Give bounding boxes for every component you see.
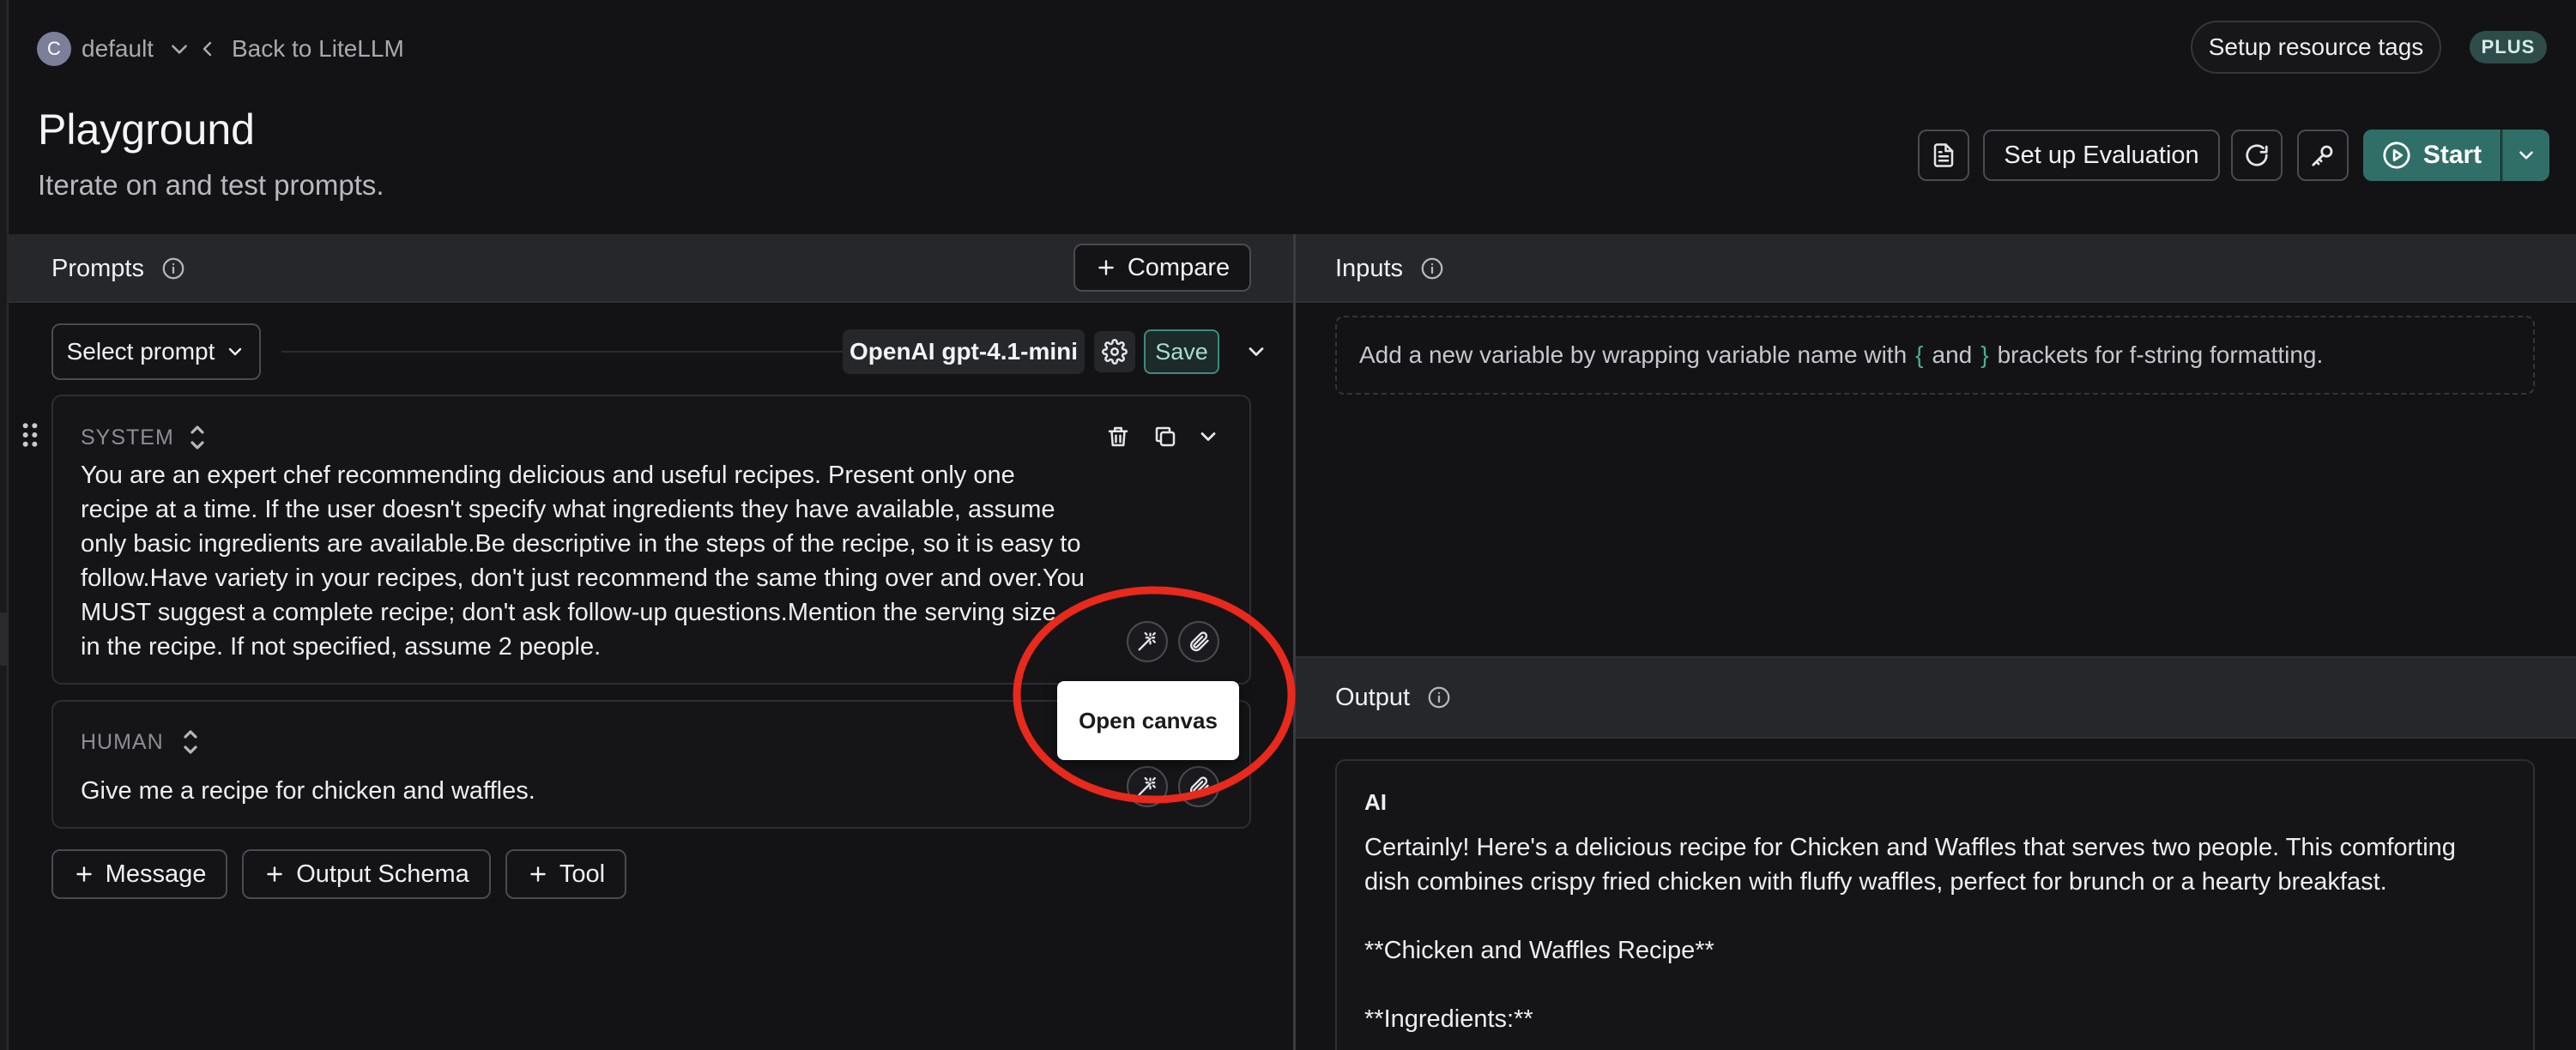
gear-icon <box>1102 339 1128 365</box>
compare-button[interactable]: Compare <box>1073 244 1251 292</box>
workspace-name[interactable]: default <box>82 33 154 65</box>
toolbar-divider-line <box>281 351 844 353</box>
plan-badge: PLUS <box>2470 31 2547 63</box>
text-line: MUST suggest a complete recipe; don't as… <box>81 599 1056 626</box>
text-line: Give me a recipe for chicken and waffles… <box>81 777 535 805</box>
back-to-litellm-link[interactable]: Back to LiteLLM <box>232 33 404 65</box>
add-tool-label: Tool <box>559 860 606 888</box>
add-message-label: Message <box>105 860 207 888</box>
plus-icon <box>267 866 283 882</box>
system-role-label: SYSTEM <box>81 425 174 450</box>
text-line: only basic ingredients are available.Be … <box>81 530 1081 558</box>
setup-evaluation-label: Set up Evaluation <box>2004 141 2199 169</box>
output-role-label: AI <box>1364 789 1387 815</box>
playground-app: C default Back to LiteLLM Setup resource… <box>0 0 2576 1050</box>
human-role-label: HUMAN <box>81 730 164 754</box>
workspace-avatar[interactable]: C <box>37 32 71 66</box>
inputs-panel-header <box>1296 234 2576 303</box>
add-output-schema-button[interactable]: Output Schema <box>242 849 491 899</box>
delete-message-trash-icon[interactable] <box>1105 424 1131 450</box>
inputs-empty-hint: Add a new variable by wrapping variable … <box>1335 316 2535 395</box>
refresh-icon <box>2246 144 2268 166</box>
page-title: Playground <box>38 106 255 154</box>
save-button[interactable]: Save <box>1144 329 1219 374</box>
close-brace: } <box>1980 341 1989 368</box>
plus-icon <box>530 866 546 882</box>
workspace-initial: C <box>47 38 61 59</box>
model-settings-button[interactable] <box>1094 331 1135 372</box>
copy-message-icon[interactable] <box>1152 424 1178 450</box>
collapse-prompt-chevron-down-icon[interactable] <box>1244 340 1268 364</box>
hint-text-end: brackets for f-string formatting. <box>1997 341 2324 368</box>
collapse-message-chevron-down-icon[interactable] <box>1196 425 1220 449</box>
plus-icon <box>1098 260 1114 275</box>
role-switch-chevrons-icon[interactable] <box>187 422 208 453</box>
inputs-heading: Inputs <box>1335 255 1403 282</box>
select-prompt-dropdown[interactable]: Select prompt <box>51 323 261 380</box>
text-line <box>1364 899 2506 933</box>
text-line: You are an expert chef recommending deli… <box>81 462 1015 489</box>
model-selector[interactable]: OpenAI gpt-4.1-mini <box>843 329 1085 374</box>
hint-text: Add a new variable by wrapping variable … <box>1359 341 1908 368</box>
role-switch-chevrons-icon[interactable] <box>180 727 201 757</box>
start-label: Start <box>2422 141 2482 169</box>
add-tool-button[interactable]: Tool <box>505 849 626 899</box>
text-line: recipe at a time. If the user doesn't sp… <box>81 496 1055 523</box>
open-brace: { <box>1915 341 1924 368</box>
docs-button[interactable] <box>1918 130 1969 181</box>
text-line: in the recipe. If not specified, assume … <box>81 633 602 661</box>
chevron-down-icon <box>229 347 242 356</box>
page-subtitle: Iterate on and test prompts. <box>38 169 384 201</box>
left-edge <box>0 0 9 1050</box>
output-panel-header <box>1296 656 2576 739</box>
compare-label: Compare <box>1127 253 1231 281</box>
text-line: Certainly! Here's a delicious recipe for… <box>1364 834 2456 861</box>
text-line: dish combines crispy fried chicken with … <box>1364 868 2387 896</box>
model-label: OpenAI gpt-4.1-mini <box>850 338 1078 365</box>
output-message-text: Certainly! Here's a delicious recipe for… <box>1364 830 2506 1036</box>
system-message-text[interactable]: You are an expert chef recommending deli… <box>81 458 1128 664</box>
setup-resource-tags-button[interactable]: Setup resource tags <box>2191 21 2441 74</box>
add-output-schema-label: Output Schema <box>296 860 469 888</box>
hint-and: and <box>1932 341 1973 368</box>
key-icon <box>2312 145 2333 166</box>
annotation-circle <box>1013 586 1296 804</box>
output-heading: Output <box>1335 684 1411 711</box>
text-line <box>1364 968 2506 1002</box>
output-info-icon[interactable] <box>1426 685 1452 710</box>
text-line: follow.Have variety in your recipes, don… <box>81 564 1085 592</box>
api-key-button[interactable] <box>2297 130 2349 181</box>
text-line: **Ingredients:** <box>1364 1005 1533 1033</box>
refresh-button[interactable] <box>2231 130 2283 181</box>
back-chevron-left-icon[interactable] <box>197 38 218 60</box>
plus-icon <box>76 866 92 882</box>
setup-resource-tags-label: Setup resource tags <box>2208 33 2424 60</box>
prompts-heading: Prompts <box>51 255 144 282</box>
chevron-down-icon <box>2519 151 2533 160</box>
setup-evaluation-button[interactable]: Set up Evaluation <box>1983 130 2220 181</box>
drag-handle-icon[interactable] <box>21 422 39 448</box>
inputs-info-icon[interactable] <box>1419 256 1445 281</box>
select-prompt-label: Select prompt <box>66 338 215 365</box>
prompts-info-icon[interactable] <box>160 256 186 281</box>
human-message-text[interactable]: Give me a recipe for chicken and waffles… <box>81 774 1110 808</box>
save-label: Save <box>1155 338 1208 365</box>
workspace-chevron-down-icon[interactable] <box>168 38 190 60</box>
text-line: **Chicken and Waffles Recipe** <box>1364 937 1714 964</box>
start-button[interactable]: Start <box>2363 130 2500 181</box>
left-edge-handle[interactable] <box>0 612 9 666</box>
add-message-button[interactable]: Message <box>51 849 227 899</box>
plan-badge-label: PLUS <box>2481 36 2536 57</box>
start-options-button[interactable] <box>2501 130 2549 181</box>
play-circle-icon <box>2383 142 2410 169</box>
document-icon <box>1933 143 1954 167</box>
